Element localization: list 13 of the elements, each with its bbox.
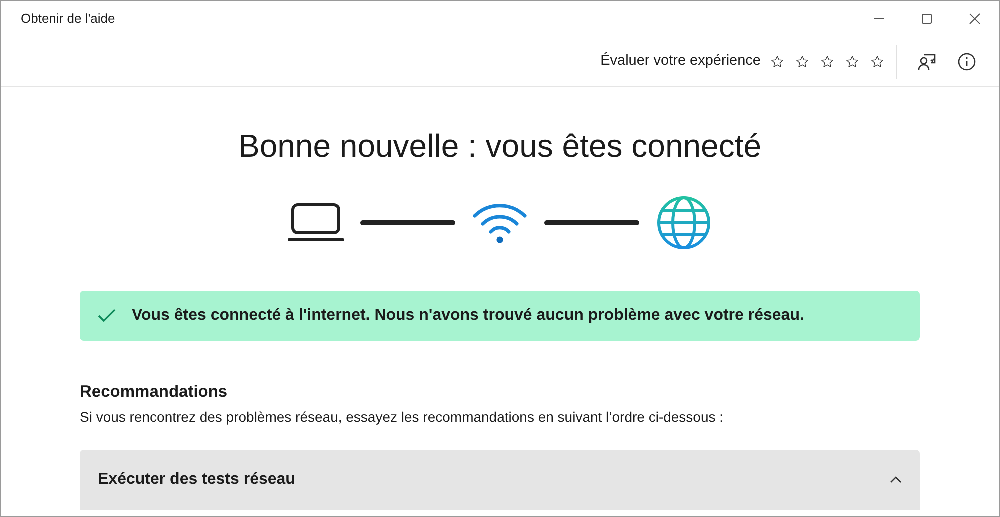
window-title: Obtenir de l'aide xyxy=(21,10,116,28)
accordion-header[interactable]: Exécuter des tests réseau xyxy=(80,450,920,510)
close-icon xyxy=(969,13,981,25)
section-description: Si vous rencontrez des problèmes réseau, essayez les recommandations en suivant l’ordre ci-dessous : xyxy=(80,408,725,428)
maximize-icon xyxy=(921,13,933,25)
status-message: Vous êtes connecté à l'internet. Nous n'avons trouvé aucun problème avec votre réseau. xyxy=(132,306,804,326)
wifi-icon xyxy=(472,201,528,246)
page-heading: Bonne nouvelle : vous êtes connecté xyxy=(237,127,763,166)
laptop-icon xyxy=(288,203,344,244)
globe-icon xyxy=(656,195,712,252)
section-title: Recommandations xyxy=(80,383,229,404)
rating-label: Évaluer votre expérience xyxy=(600,51,761,71)
check-icon xyxy=(98,309,116,324)
